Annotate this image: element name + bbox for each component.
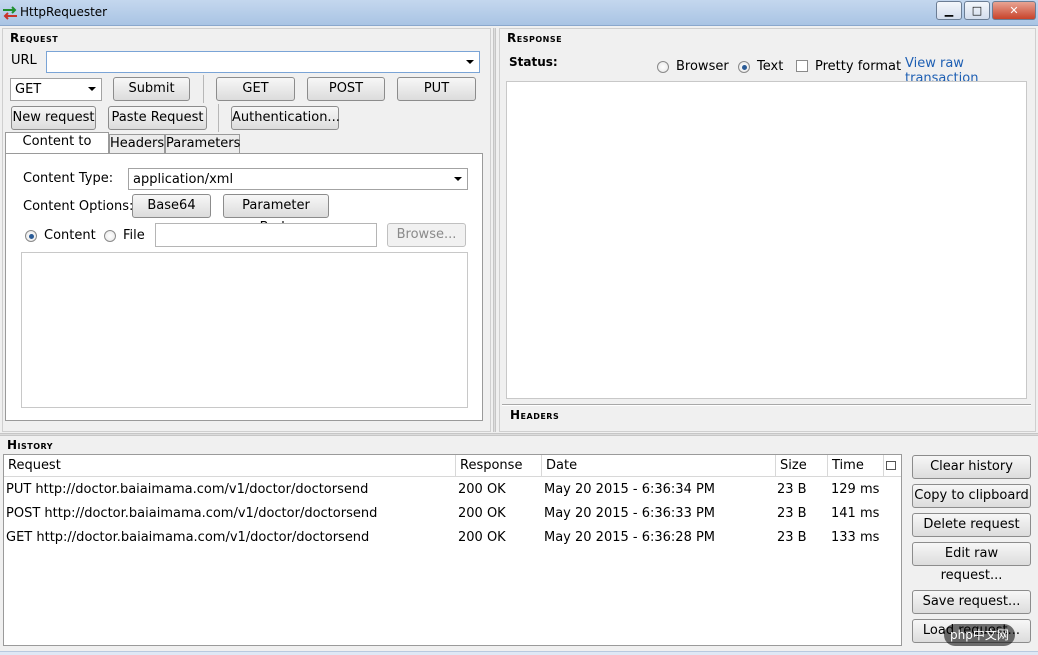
content-type-value: application/xml <box>133 172 234 187</box>
table-row[interactable]: POST http://doctor.baiaimama.com/v1/doct… <box>4 503 901 525</box>
row-response: 200 OK <box>458 530 506 545</box>
title-bar <box>0 0 1038 26</box>
text-view-label: Text <box>757 59 784 74</box>
maximize-icon: □ <box>971 4 983 17</box>
column-header-request[interactable]: Request <box>4 455 456 477</box>
status-label: Status: <box>509 55 558 69</box>
row-request: GET http://doctor.baiaimama.com/v1/docto… <box>6 530 370 545</box>
chevron-down-icon <box>466 60 474 64</box>
get-button[interactable]: GET <box>216 77 295 101</box>
chevron-down-icon <box>454 177 462 181</box>
content-type-label: Content Type: <box>23 171 114 186</box>
column-header-date[interactable]: Date <box>542 455 776 477</box>
response-body <box>506 81 1027 399</box>
content-radio-label: Content <box>44 228 96 243</box>
base64-button[interactable]: Base64 <box>132 194 211 218</box>
browse-button[interactable]: Browse... <box>387 223 466 247</box>
row-size: 23 B <box>777 482 807 497</box>
window-bottom-border <box>0 651 1038 655</box>
file-radio-label: File <box>123 228 145 243</box>
row-time: 133 ms <box>831 530 880 545</box>
content-radio[interactable] <box>25 230 37 242</box>
paste-request-button[interactable]: Paste Request <box>108 106 207 130</box>
request-section-title: Request <box>10 31 59 45</box>
parameter-body-button[interactable]: Parameter Body <box>223 194 329 235</box>
horizontal-splitter[interactable] <box>0 433 1038 436</box>
maximize-button[interactable]: □ <box>964 1 990 20</box>
row-time: 141 ms <box>831 506 880 521</box>
row-size: 23 B <box>777 530 807 545</box>
close-button[interactable]: ✕ <box>992 1 1036 20</box>
row-time: 129 ms <box>831 482 880 497</box>
chevron-down-icon <box>88 87 96 91</box>
method-selected: GET <box>15 82 42 97</box>
column-header-time[interactable]: Time <box>828 455 884 477</box>
minimize-button[interactable]: ▁ <box>936 1 962 20</box>
history-table: Request Response Date Size Time PUT http… <box>3 454 902 646</box>
tab-parameters[interactable]: Parameters <box>165 134 240 154</box>
column-header-size[interactable]: Size <box>776 455 828 477</box>
url-label: URL <box>11 53 37 68</box>
method-select[interactable]: GET <box>10 78 102 101</box>
column-picker-icon[interactable] <box>886 461 896 470</box>
app-arrows-icon <box>2 6 18 20</box>
watermark-logo: php中文网 <box>944 624 1015 646</box>
pretty-format-label: Pretty format <box>815 59 902 74</box>
table-row[interactable]: GET http://doctor.baiaimama.com/v1/docto… <box>4 527 901 549</box>
authentication-button[interactable]: Authentication... <box>231 106 340 130</box>
tab-headers[interactable]: Headers <box>109 134 165 154</box>
put-button[interactable]: PUT <box>397 77 476 101</box>
request-body-textarea[interactable] <box>21 252 468 408</box>
table-row[interactable]: PUT http://doctor.baiaimama.com/v1/docto… <box>4 479 901 501</box>
vertical-splitter[interactable] <box>493 28 496 432</box>
row-request: PUT http://doctor.baiaimama.com/v1/docto… <box>6 482 369 497</box>
row-date: May 20 2015 - 6:36:34 PM <box>544 482 716 497</box>
browser-view-label: Browser <box>676 59 729 74</box>
row-size: 23 B <box>777 506 807 521</box>
minimize-icon: ▁ <box>944 4 954 17</box>
save-request-button[interactable]: Save request... <box>912 590 1031 614</box>
close-icon: ✕ <box>1009 4 1019 17</box>
content-options-label: Content Options: <box>23 199 134 214</box>
tab-content-to-send[interactable]: Content to Send <box>5 132 109 167</box>
post-button[interactable]: POST <box>307 77 385 101</box>
text-view-radio[interactable] <box>738 61 750 73</box>
new-request-button[interactable]: New request <box>11 106 96 130</box>
row-date: May 20 2015 - 6:36:28 PM <box>544 530 716 545</box>
clear-history-button[interactable]: Clear history <box>912 455 1031 479</box>
row-response: 200 OK <box>458 506 506 521</box>
history-section-title: History <box>7 438 54 452</box>
delete-request-button[interactable]: Delete request <box>912 513 1031 537</box>
row-request: POST http://doctor.baiaimama.com/v1/doct… <box>6 506 378 521</box>
url-input[interactable] <box>46 51 480 73</box>
response-section-title: Response <box>507 31 563 45</box>
file-path-input[interactable] <box>155 223 377 247</box>
window-title: HttpRequester <box>20 5 108 19</box>
content-type-select[interactable]: application/xml <box>128 168 468 190</box>
copy-to-clipboard-button[interactable]: Copy to clipboard <box>912 484 1031 508</box>
response-headers-title: Headers <box>510 408 560 422</box>
toolbar-divider <box>203 75 204 103</box>
column-header-response[interactable]: Response <box>456 455 542 477</box>
submit-button[interactable]: Submit <box>113 77 190 101</box>
pretty-format-checkbox[interactable] <box>796 60 808 72</box>
headers-divider[interactable] <box>502 404 1031 406</box>
edit-raw-request-button[interactable]: Edit raw request... <box>912 542 1031 583</box>
file-radio[interactable] <box>104 230 116 242</box>
toolbar-divider <box>218 104 219 132</box>
row-response: 200 OK <box>458 482 506 497</box>
history-header-row: Request Response Date Size Time <box>4 455 901 477</box>
row-date: May 20 2015 - 6:36:33 PM <box>544 506 716 521</box>
browser-view-radio[interactable] <box>657 61 669 73</box>
